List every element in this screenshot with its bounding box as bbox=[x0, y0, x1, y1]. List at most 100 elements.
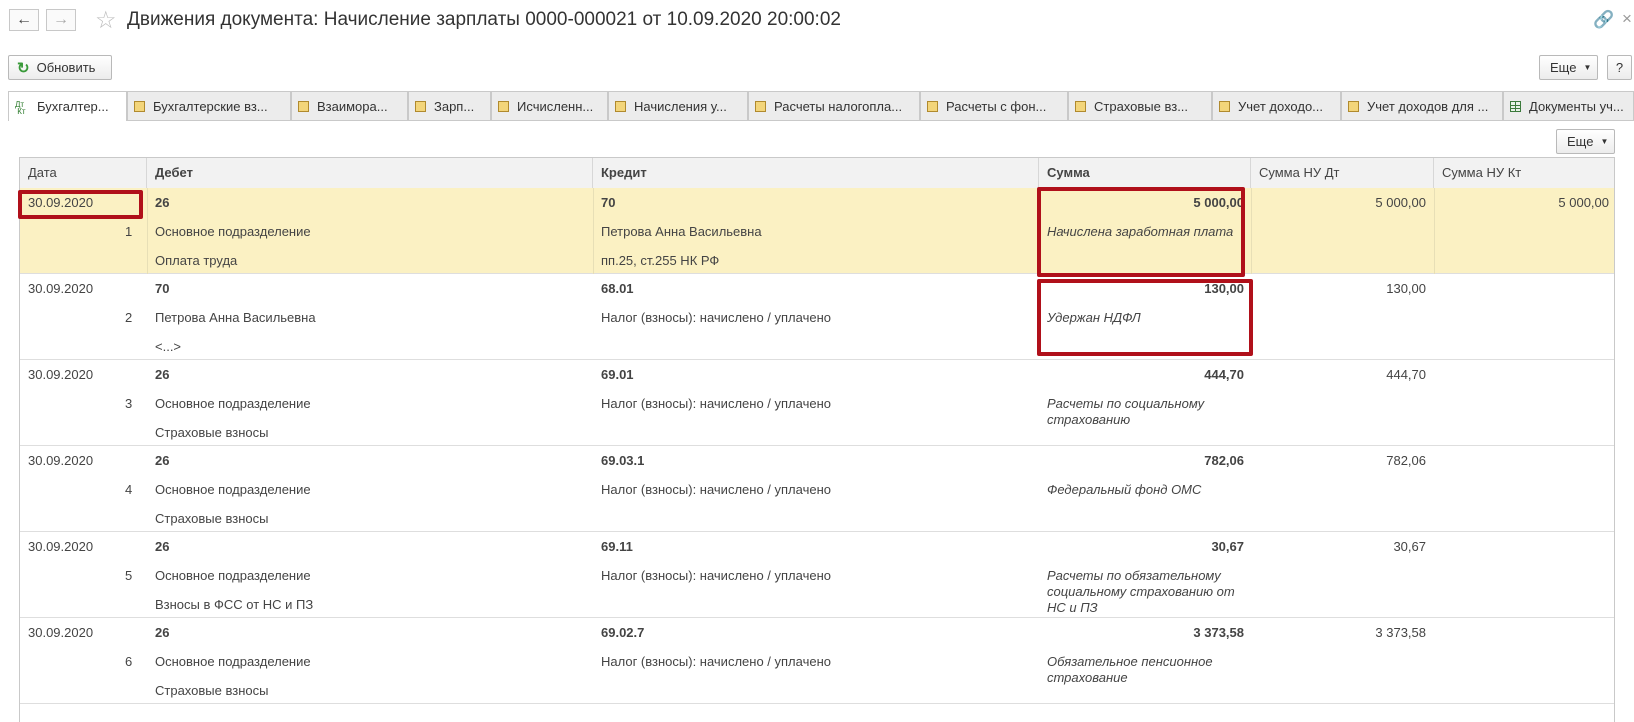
refresh-icon: ↻ bbox=[17, 59, 30, 77]
credit-subconto-1: Налог (взносы): начислено / уплачено bbox=[601, 310, 831, 325]
debit-account: 26 bbox=[155, 539, 170, 554]
credit-account: 69.11 bbox=[601, 539, 633, 554]
register-icon bbox=[1075, 100, 1086, 112]
debit-subconto-1: Основное подразделение bbox=[155, 482, 311, 497]
debit-subconto-1: Основное подразделение bbox=[155, 568, 311, 583]
debit-subconto-2: Страховые взносы bbox=[155, 683, 269, 698]
table-row[interactable]: 30.09.2020 2 70 Петрова Анна Васильевна … bbox=[20, 274, 1614, 360]
table-header: Дата Дебет Кредит Сумма Сумма НУ Дт Сумм… bbox=[20, 158, 1614, 189]
row-date: 30.09.2020 bbox=[28, 625, 94, 640]
postings-table[interactable]: Дата Дебет Кредит Сумма Сумма НУ Дт Сумм… bbox=[19, 157, 1615, 722]
column-header-credit[interactable]: Кредит bbox=[593, 158, 1039, 188]
help-button[interactable]: ? bbox=[1607, 55, 1632, 80]
credit-subconto-1: Петрова Анна Васильевна bbox=[601, 224, 762, 239]
dropdown-arrow-icon: ▼ bbox=[1600, 137, 1609, 146]
register-icon bbox=[134, 100, 145, 112]
column-header-sum-nu-kt[interactable]: Сумма НУ Кт bbox=[1434, 158, 1614, 188]
tab-label: Бухгалтер... bbox=[37, 99, 109, 114]
debit-account: 26 bbox=[155, 195, 170, 210]
tab-label: Начисления у... bbox=[634, 98, 727, 114]
tab-calculated[interactable]: Исчисленн... bbox=[491, 91, 608, 120]
register-icon bbox=[298, 100, 309, 112]
arrow-left-icon: ← bbox=[16, 11, 32, 28]
row-number: 6 bbox=[125, 654, 133, 669]
tab-fund-settlements[interactable]: Расчеты с фон... bbox=[920, 91, 1068, 120]
table-row[interactable]: 30.09.2020 3 26 Основное подразделение С… bbox=[20, 360, 1614, 446]
credit-account: 69.03.1 bbox=[601, 453, 645, 468]
tab-label: Документы уч... bbox=[1529, 98, 1624, 114]
row-content: Расчеты по социальному страхованию bbox=[1047, 396, 1205, 427]
arrow-right-icon: → bbox=[53, 11, 69, 28]
tab-accounting-contributions[interactable]: Бухгалтерские вз... bbox=[127, 91, 291, 120]
debit-account: 70 bbox=[155, 281, 170, 296]
tab-salary[interactable]: Зарп... bbox=[408, 91, 491, 120]
more-label: Еще bbox=[1550, 60, 1577, 75]
highlight-frame-ndfl bbox=[1037, 279, 1253, 356]
register-icon bbox=[415, 100, 426, 112]
column-header-debit[interactable]: Дебет bbox=[147, 158, 593, 188]
tab-accruals[interactable]: Начисления у... bbox=[608, 91, 748, 120]
table-more-label: Еще bbox=[1567, 134, 1594, 149]
credit-account: 68.01 bbox=[601, 281, 634, 296]
refresh-label: Обновить bbox=[36, 60, 96, 75]
star-icon[interactable]: ☆ bbox=[95, 6, 117, 35]
column-header-sum-nu-dt[interactable]: Сумма НУ Дт bbox=[1251, 158, 1434, 188]
refresh-button[interactable]: ↻ Обновить bbox=[8, 55, 112, 80]
close-icon[interactable]: × bbox=[1622, 9, 1632, 29]
row-sum-nu-dt: 130,00 bbox=[1386, 281, 1426, 296]
tab-income-accounting[interactable]: Учет доходо... bbox=[1212, 91, 1341, 120]
debit-subconto-2: Страховые взносы bbox=[155, 425, 269, 440]
row-sum: 30,67 bbox=[1211, 539, 1244, 554]
row-date: 30.09.2020 bbox=[28, 539, 94, 554]
row-sum-nu-dt: 444,70 bbox=[1386, 367, 1426, 382]
row-sum-nu-dt: 3 373,58 bbox=[1375, 625, 1426, 640]
table-row[interactable]: 30.09.2020 4 26 Основное подразделение С… bbox=[20, 446, 1614, 532]
debit-subconto-2: <...> bbox=[155, 339, 182, 354]
help-label: ? bbox=[1615, 60, 1624, 75]
debit-subconto-1: Петрова Анна Васильевна bbox=[155, 310, 316, 325]
row-content: Федеральный фонд ОМС bbox=[1047, 482, 1202, 497]
table-row[interactable]: 30.09.2020 5 26 Основное подразделение В… bbox=[20, 532, 1614, 618]
debit-subconto-1: Основное подразделение bbox=[155, 654, 311, 669]
register-icon bbox=[615, 100, 626, 112]
tab-label: Страховые вз... bbox=[1094, 98, 1189, 114]
tab-income-accounting-for[interactable]: Учет доходов для ... bbox=[1341, 91, 1503, 120]
table-more-button[interactable]: Еще ▼ bbox=[1556, 129, 1615, 154]
highlight-frame-sum bbox=[1037, 187, 1245, 277]
debit-subconto-2: Взносы в ФСС от НС и ПЗ bbox=[155, 597, 314, 612]
row-number: 2 bbox=[125, 310, 133, 325]
column-header-date[interactable]: Дата bbox=[20, 158, 147, 188]
tab-accounting[interactable]: Дт Кт Бухгалтер... bbox=[8, 91, 127, 121]
debit-subconto-2: Страховые взносы bbox=[155, 511, 269, 526]
row-sum: 3 373,58 bbox=[1193, 625, 1244, 640]
row-date: 30.09.2020 bbox=[28, 367, 94, 382]
register-icon bbox=[755, 100, 766, 112]
tab-settlements[interactable]: Взаимора... bbox=[291, 91, 408, 120]
credit-account: 70 bbox=[601, 195, 616, 210]
tab-label: Бухгалтерские вз... bbox=[153, 98, 268, 114]
tab-taxpayer-settlements[interactable]: Расчеты налогопла... bbox=[748, 91, 920, 120]
tab-label: Расчеты с фон... bbox=[946, 98, 1047, 114]
credit-subconto-1: Налог (взносы): начислено / уплачено bbox=[601, 482, 831, 497]
debit-subconto-1: Основное подразделение bbox=[155, 224, 311, 239]
table-row[interactable]: 30.09.2020 6 26 Основное подразделение С… bbox=[20, 618, 1614, 704]
row-content: Расчеты по обязательному социальному стр… bbox=[1047, 568, 1235, 615]
row-number: 5 bbox=[125, 568, 133, 583]
link-icon[interactable]: 🔗 bbox=[1593, 10, 1614, 30]
forward-button[interactable]: → bbox=[46, 9, 76, 31]
row-sum-nu-kt: 5 000,00 bbox=[1558, 195, 1609, 210]
credit-subconto-1: Налог (взносы): начислено / уплачено bbox=[601, 568, 831, 583]
row-date: 30.09.2020 bbox=[28, 281, 94, 296]
tab-insurance[interactable]: Страховые вз... bbox=[1068, 91, 1212, 120]
row-number: 1 bbox=[125, 224, 133, 239]
dropdown-arrow-icon: ▼ bbox=[1583, 63, 1592, 72]
row-sum-nu-dt: 5 000,00 bbox=[1375, 195, 1426, 210]
row-number: 3 bbox=[125, 396, 133, 411]
more-button[interactable]: Еще ▼ bbox=[1539, 55, 1598, 80]
table-row[interactable]: 30.09.2020 1 26 Основное подразделение О… bbox=[20, 188, 1614, 274]
debit-account: 26 bbox=[155, 625, 170, 640]
back-button[interactable]: ← bbox=[9, 9, 39, 31]
credit-account: 69.02.7 bbox=[601, 625, 645, 640]
column-header-sum[interactable]: Сумма bbox=[1039, 158, 1251, 188]
tab-documents[interactable]: Документы уч... bbox=[1503, 91, 1634, 120]
